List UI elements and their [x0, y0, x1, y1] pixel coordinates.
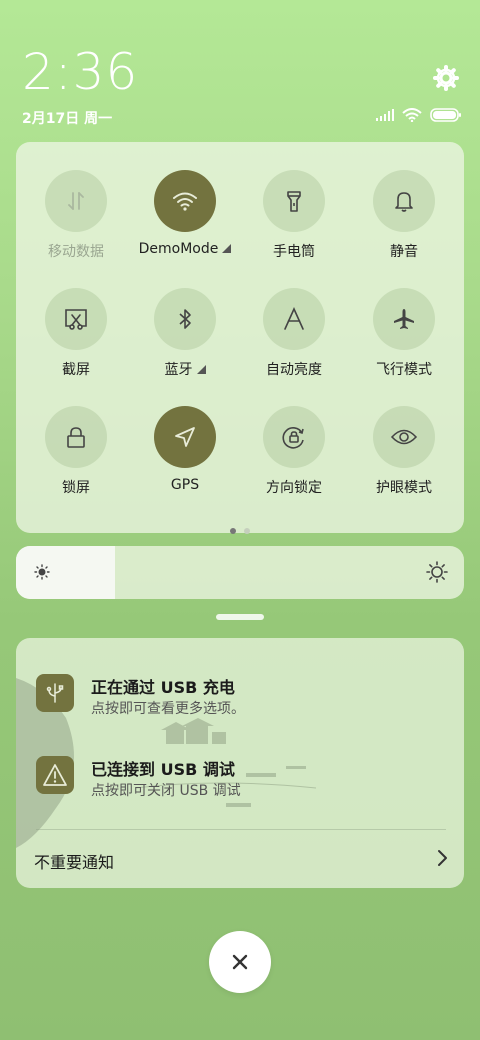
expand-triangle-icon — [196, 365, 206, 374]
eye-icon — [373, 406, 435, 468]
expand-triangle-icon — [222, 244, 232, 253]
tile-label: 方向锁定 — [266, 480, 322, 496]
tile-label: 飞行模式 — [376, 362, 432, 378]
date[interactable]: 2月17日 周一 — [22, 108, 112, 128]
notification-panel: 正在通过 USB 充电 点按即可查看更多选项。 已连接到 USB 调试 点按即可… — [16, 638, 464, 888]
screenshot-icon — [45, 288, 107, 350]
tile-bluetooth[interactable]: 蓝牙 — [130, 288, 240, 388]
notification-body: 点按即可查看更多选项。 — [91, 701, 245, 717]
wifi-icon — [154, 170, 216, 232]
settings-gear-icon[interactable] — [432, 64, 460, 92]
tile-label: GPS — [170, 477, 200, 493]
status-bar-icons — [376, 108, 462, 122]
notification-title: 已连接到 USB 调试 — [91, 760, 235, 779]
auto-brightness-icon — [263, 288, 325, 350]
battery-icon — [430, 108, 461, 122]
tile-label: 手电筒 — [273, 244, 315, 260]
tile-rotation-lock[interactable]: 方向锁定 — [239, 406, 349, 506]
usb-charging-icon — [36, 674, 74, 712]
brightness-slider[interactable] — [16, 546, 464, 599]
tile-wifi[interactable]: DemoMode — [130, 170, 240, 270]
flashlight-icon — [263, 170, 325, 232]
tile-screenshot[interactable]: 截屏 — [21, 288, 131, 388]
tile-flashlight[interactable]: 手电筒 — [239, 170, 349, 270]
tile-label: DemoMode — [138, 241, 219, 257]
tile-auto-brightness[interactable]: 自动亮度 — [239, 288, 349, 388]
drag-handle[interactable] — [216, 614, 264, 620]
divider — [36, 829, 446, 830]
page-dot — [244, 528, 250, 534]
tile-label: 蓝牙 — [164, 362, 193, 378]
tile-airplane[interactable]: 飞行模式 — [349, 288, 459, 388]
brightness-low-icon — [34, 564, 50, 584]
tile-label: 截屏 — [62, 362, 90, 378]
tile-mobile-data[interactable]: 移动数据 — [21, 170, 131, 270]
bluetooth-icon — [154, 288, 216, 350]
notification-usb-debugging[interactable]: 已连接到 USB 调试 点按即可关闭 USB 调试 — [36, 756, 456, 806]
tile-eye-care[interactable]: 护眼模式 — [349, 406, 459, 506]
airplane-icon — [373, 288, 435, 350]
rotation-lock-icon — [263, 406, 325, 468]
page-dot-active — [230, 528, 236, 534]
tile-label: 自动亮度 — [266, 362, 322, 378]
lock-icon — [45, 406, 107, 468]
tile-gps[interactable]: GPS — [130, 406, 240, 506]
notification-usb-charging[interactable]: 正在通过 USB 充电 点按即可查看更多选项。 — [36, 674, 456, 724]
page-indicator — [16, 519, 464, 538]
signal-icon — [376, 109, 394, 121]
tile-label: 锁屏 — [62, 480, 90, 496]
clock[interactable]: 2:36 — [22, 44, 138, 100]
unimportant-notifications-label[interactable]: 不重要通知 — [34, 849, 114, 873]
tile-lock-screen[interactable]: 锁屏 — [21, 406, 131, 506]
location-arrow-icon — [154, 406, 216, 468]
close-icon — [232, 954, 248, 970]
notification-title: 正在通过 USB 充电 — [91, 678, 235, 697]
notification-body: 点按即可关闭 USB 调试 — [91, 783, 241, 799]
brightness-high-icon — [426, 561, 448, 587]
brightness-fill — [16, 546, 115, 599]
tile-label: 静音 — [390, 244, 418, 260]
tile-label: 移动数据 — [48, 244, 104, 260]
quick-settings-panel: 移动数据 DemoMode 手电筒 静音 截屏 蓝牙 自动亮度 飞行模式 锁屏 … — [16, 142, 464, 534]
mobile-data-icon — [45, 170, 107, 232]
clear-all-button[interactable] — [209, 931, 271, 993]
chevron-right-icon[interactable] — [436, 849, 448, 871]
warning-icon — [36, 756, 74, 794]
tile-silent[interactable]: 静音 — [349, 170, 459, 270]
tile-label: 护眼模式 — [376, 480, 432, 496]
bell-icon — [373, 170, 435, 232]
wifi-status-icon — [402, 108, 422, 122]
